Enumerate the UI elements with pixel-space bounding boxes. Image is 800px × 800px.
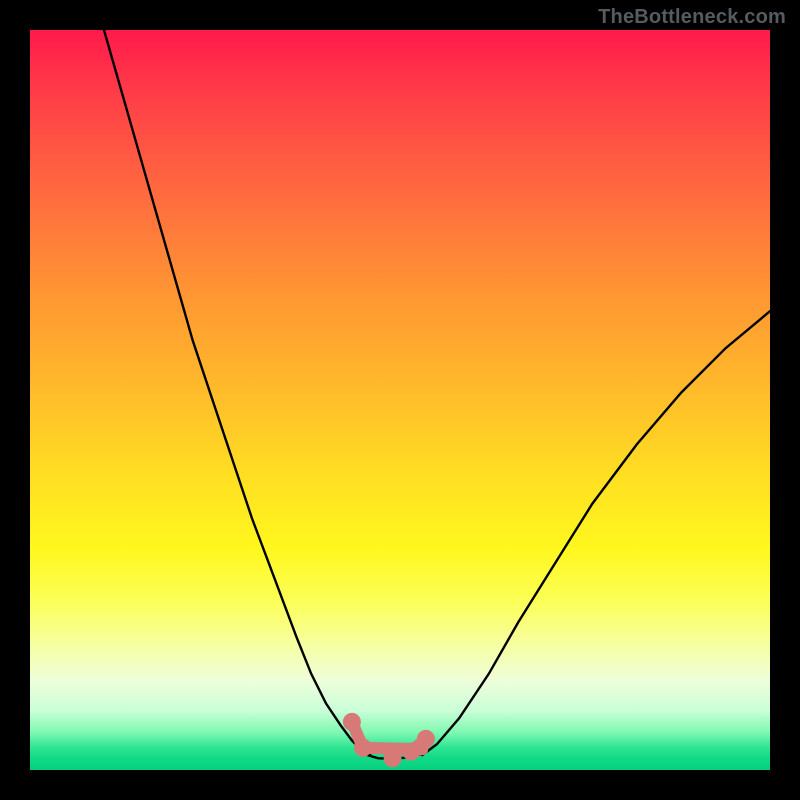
right-marker-low: [403, 743, 420, 760]
chart-svg: [30, 30, 770, 770]
plot-area: [30, 30, 770, 770]
bottom-marker: [384, 750, 401, 767]
left-marker-low: [355, 739, 372, 756]
left-marker-high: [343, 713, 360, 730]
chart-frame: TheBottleneck.com: [0, 0, 800, 800]
right-marker-high: [417, 730, 434, 747]
left-curve: [104, 30, 370, 755]
watermark-text: TheBottleneck.com: [598, 6, 786, 29]
right-curve: [422, 311, 770, 755]
